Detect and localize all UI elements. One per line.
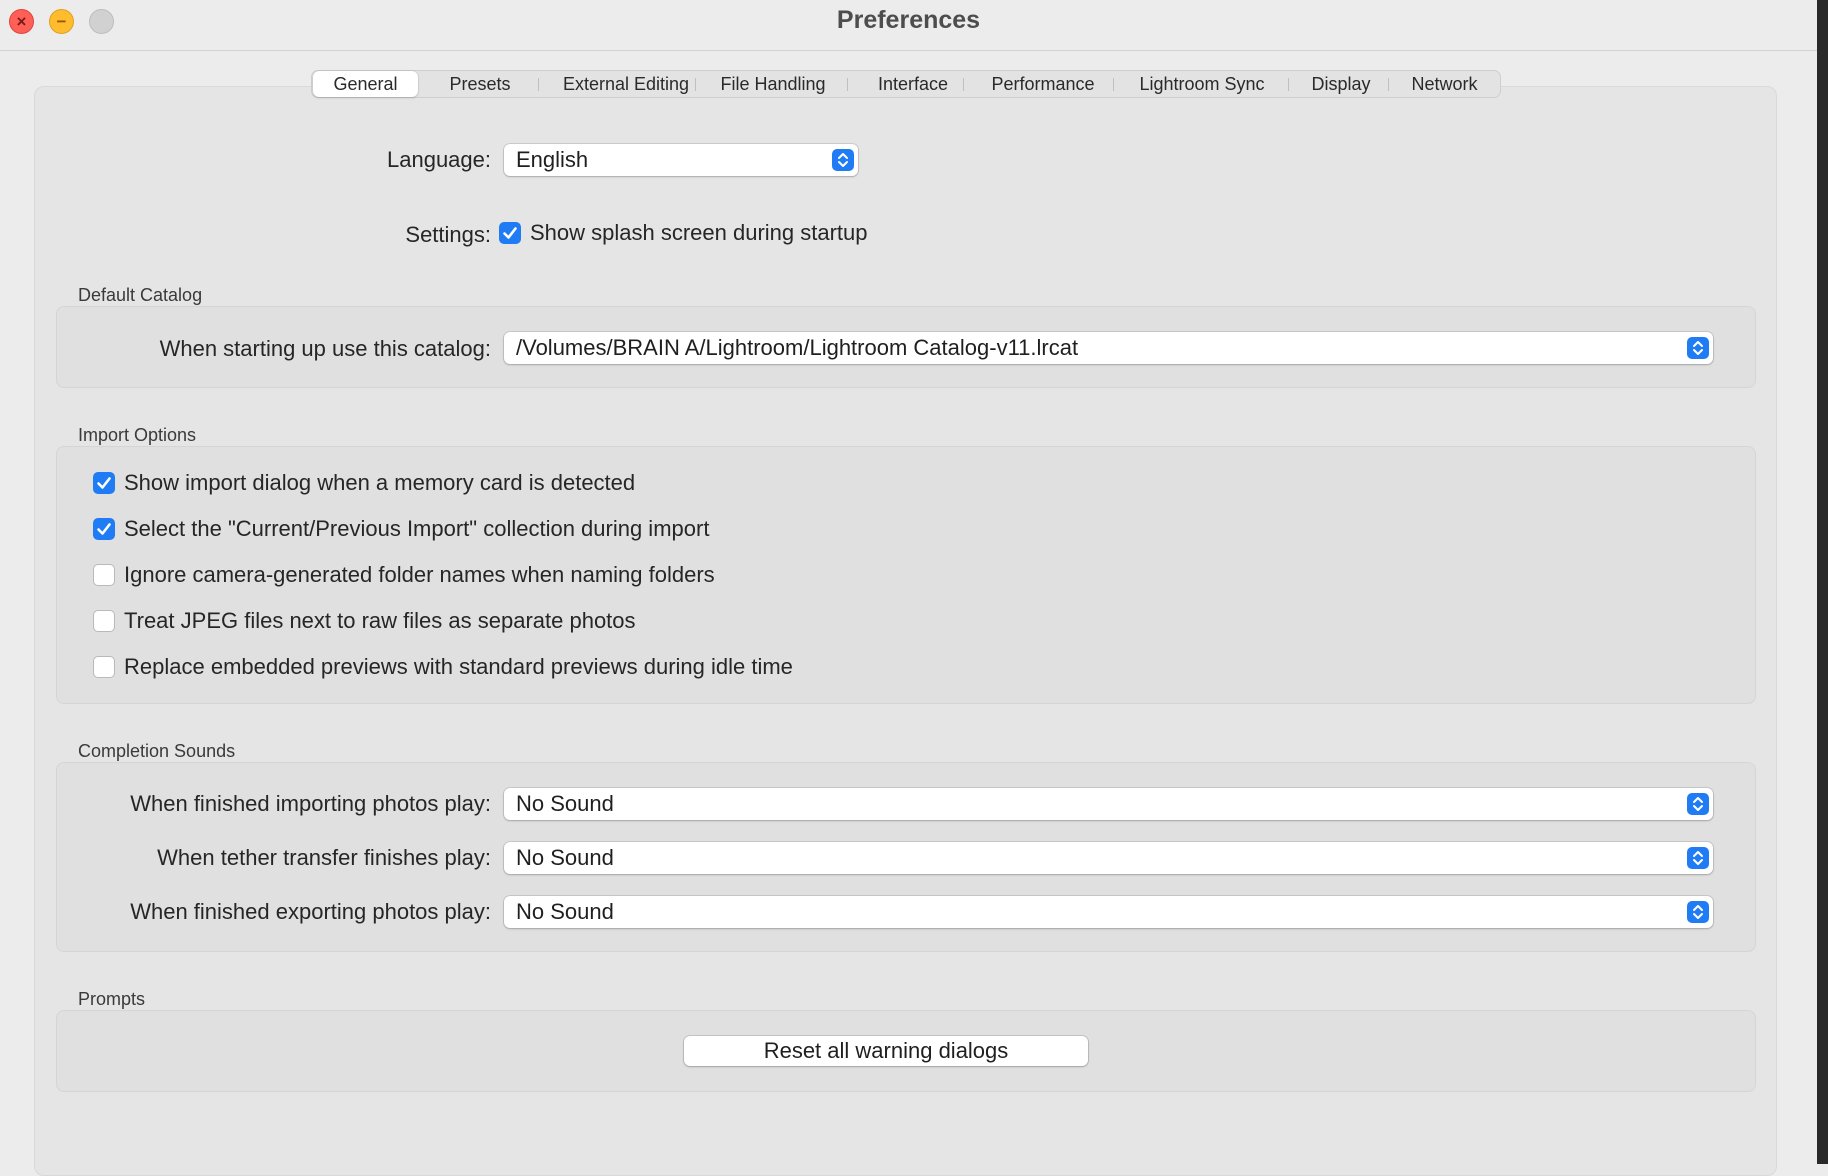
tether-sound-popup[interactable]: No Sound [504, 842, 1713, 874]
language-value: English [516, 147, 589, 172]
import-sound-popup[interactable]: No Sound [504, 788, 1713, 820]
tab-performance[interactable]: Performance [968, 71, 1118, 97]
prompts-title: Prompts [78, 989, 146, 1009]
export-sound-label: When finished exporting photos play: [130, 899, 491, 924]
catalog-popup[interactable]: /Volumes/BRAIN A/Lightroom/Lightroom Cat… [504, 332, 1713, 364]
tab-display[interactable]: Display [1290, 71, 1392, 97]
import-option-checkbox[interactable] [93, 656, 115, 678]
background-window-edge [1817, 0, 1828, 1164]
import-option-label: Select the "Current/Previous Import" col… [124, 516, 710, 541]
export-sound-value: No Sound [516, 899, 614, 924]
tab-general[interactable]: General [313, 71, 418, 97]
splash-label: Show splash screen during startup [530, 220, 868, 245]
popup-stepper-icon [1687, 337, 1709, 359]
popup-stepper-icon [1687, 847, 1709, 869]
reset-warning-dialogs-button[interactable]: Reset all warning dialogs [684, 1036, 1088, 1066]
checkmark-icon [503, 227, 517, 239]
import-sound-value: No Sound [516, 791, 614, 816]
import-option-label: Replace embedded previews with standard … [124, 654, 793, 679]
checkmark-icon [97, 477, 111, 489]
language-popup[interactable]: English [504, 144, 858, 176]
tether-sound-label: When tether transfer finishes play: [157, 845, 491, 870]
tether-sound-value: No Sound [516, 845, 614, 870]
tab-bar: General Presets External Editing File Ha… [311, 70, 1501, 98]
tab-separator [963, 78, 964, 91]
tab-external-editing[interactable]: External Editing [540, 71, 712, 97]
language-label: Language: [387, 147, 491, 172]
completion-sounds-title: Completion Sounds [78, 741, 236, 761]
tab-lightroom-sync[interactable]: Lightroom Sync [1118, 71, 1286, 97]
tab-separator [1388, 78, 1389, 91]
import-option-label: Ignore camera-generated folder names whe… [124, 562, 715, 587]
tab-presets[interactable]: Presets [424, 71, 536, 97]
title-bar: × − Preferences [0, 0, 1817, 51]
import-option-checkbox[interactable] [93, 610, 115, 632]
window-title: Preferences [836, 6, 981, 34]
tab-separator [538, 78, 539, 91]
catalog-value: /Volumes/BRAIN A/Lightroom/Lightroom Cat… [516, 335, 1079, 360]
catalog-label: When starting up use this catalog: [159, 336, 491, 361]
preferences-window: × − Preferences General Presets External… [0, 0, 1817, 1176]
tab-separator [1113, 78, 1114, 91]
import-option-checkbox[interactable] [93, 518, 115, 540]
checkmark-icon [97, 523, 111, 535]
import-option-checkbox[interactable] [93, 564, 115, 586]
import-option-label: Treat JPEG files next to raw files as se… [124, 608, 636, 633]
import-options-title: Import Options [78, 425, 197, 445]
import-option-checkbox[interactable] [93, 472, 115, 494]
tab-separator [1288, 78, 1289, 91]
tab-file-handling[interactable]: File Handling [698, 71, 848, 97]
import-sound-label: When finished importing photos play: [130, 791, 491, 816]
tab-separator [695, 78, 696, 91]
popup-stepper-icon [1687, 793, 1709, 815]
popup-stepper-icon [1687, 901, 1709, 923]
export-sound-popup[interactable]: No Sound [504, 896, 1713, 928]
popup-stepper-icon [832, 149, 854, 171]
tab-network[interactable]: Network [1392, 71, 1497, 97]
default-catalog-title: Default Catalog [78, 285, 203, 305]
settings-label: Settings: [405, 222, 491, 247]
import-option-label: Show import dialog when a memory card is… [124, 470, 636, 495]
splash-checkbox[interactable] [499, 222, 521, 244]
tab-interface[interactable]: Interface [848, 71, 978, 97]
